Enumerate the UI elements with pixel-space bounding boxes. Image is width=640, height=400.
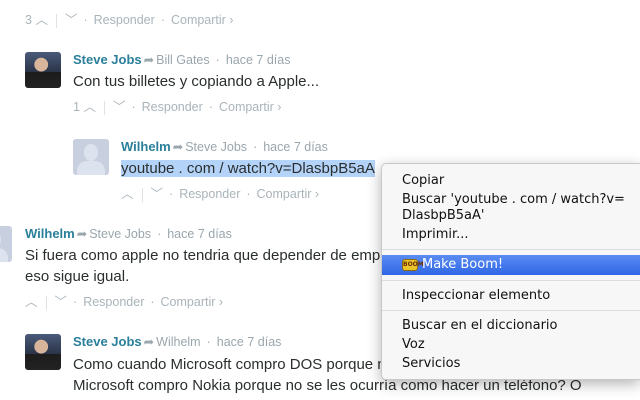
upvote-icon[interactable]: ︿ [121, 187, 134, 201]
comment-header: Steve Jobs ➦ Bill Gates · hace 7 días [73, 52, 291, 67]
menu-item-copy[interactable]: Copiar [382, 171, 640, 190]
reply-link[interactable]: Responder [83, 295, 144, 309]
downvote-icon[interactable]: ﹀ [151, 187, 164, 201]
vote-count: 3 [25, 13, 32, 27]
menu-item-search[interactable]: Buscar 'youtube . com / watch?v=DlasbpB5… [382, 190, 640, 225]
upvote-icon[interactable]: ︿ [25, 295, 38, 309]
vote-row: ︿ ﹀ · Responder · Compartir › [121, 187, 320, 202]
reply-link[interactable]: Responder [142, 100, 203, 114]
upvote-icon[interactable]: ︿ [83, 100, 96, 114]
reply-link[interactable]: Responder [179, 187, 240, 201]
author-link[interactable]: Wilhelm [25, 226, 75, 241]
comment-text: eso sigue igual. [25, 268, 130, 285]
upvote-icon[interactable]: ︿ [35, 13, 48, 27]
divider [55, 13, 57, 28]
vote-row: 3 ︿ ﹀ · Responder · Compartir › [25, 13, 234, 28]
menu-item-dictionary[interactable]: Buscar en el diccionario [382, 316, 640, 335]
menu-item-services[interactable]: Servicios [382, 354, 640, 373]
reply-to-link[interactable]: Bill Gates [156, 53, 210, 67]
divider [103, 100, 105, 115]
avatar[interactable] [25, 334, 61, 370]
reply-arrow-icon: ➦ [76, 227, 88, 241]
vote-row: ︿ ﹀ · Responder · Compartir › [25, 295, 224, 310]
timestamp[interactable]: hace 7 días [226, 53, 291, 67]
boom-icon: BOOM [402, 258, 424, 271]
divider [141, 187, 143, 202]
reply-to-link[interactable]: Wilhelm [156, 335, 200, 349]
vote-count: 1 [73, 100, 80, 114]
author-link[interactable]: Steve Jobs [73, 52, 142, 67]
reply-to-link[interactable]: Steve Jobs [185, 140, 247, 154]
timestamp[interactable]: hace 7 días [263, 140, 328, 154]
menu-item-speech[interactable]: Voz [382, 335, 640, 354]
context-menu: Copiar Buscar 'youtube . com / watch?v=D… [381, 163, 640, 380]
timestamp[interactable]: hace 7 días [217, 335, 282, 349]
share-link[interactable]: Compartir › [219, 100, 282, 114]
menu-separator [382, 280, 640, 281]
menu-separator [382, 249, 640, 250]
vote-row: 1 ︿ ﹀ · Responder · Compartir › [73, 100, 282, 115]
divider [45, 295, 47, 310]
downvote-icon[interactable]: ﹀ [113, 100, 126, 114]
comment-header: Wilhelm ➦ Steve Jobs · hace 7 días [25, 226, 232, 241]
timestamp[interactable]: hace 7 días [167, 227, 232, 241]
share-link[interactable]: Compartir › [257, 187, 320, 201]
comment-text: Si fuera como apple no tendria que depen… [25, 247, 417, 264]
menu-item-make-boom[interactable]: BOOMMake Boom! [382, 255, 640, 275]
downvote-icon[interactable]: ﹀ [65, 13, 78, 27]
downvote-icon[interactable]: ﹀ [55, 295, 68, 309]
menu-item-inspect[interactable]: Inspeccionar elemento [382, 286, 640, 305]
comment-header: Steve Jobs ➦ Wilhelm · hace 7 días [73, 334, 282, 349]
menu-separator [382, 310, 640, 311]
comment-text: Con tus billetes y copiando a Apple... [73, 73, 319, 90]
reply-arrow-icon: ➦ [143, 335, 155, 349]
reply-link[interactable]: Responder [94, 13, 155, 27]
avatar[interactable] [73, 139, 109, 175]
author-link[interactable]: Wilhelm [121, 139, 171, 154]
menu-item-print[interactable]: Imprimir... [382, 225, 640, 244]
author-link[interactable]: Steve Jobs [73, 334, 142, 349]
comment-header: Wilhelm ➦ Steve Jobs · hace 7 días [121, 139, 328, 154]
share-link[interactable]: Compartir › [161, 295, 224, 309]
reply-to-link[interactable]: Steve Jobs [89, 227, 151, 241]
reply-arrow-icon: ➦ [143, 53, 155, 67]
share-link[interactable]: Compartir › [171, 13, 234, 27]
menu-item-label: Make Boom! [422, 257, 504, 272]
reply-arrow-icon: ➦ [172, 140, 184, 154]
avatar[interactable] [0, 226, 12, 262]
avatar[interactable] [25, 52, 61, 88]
comment-text-selected[interactable]: youtube . com / watch?v=DlasbpB5aA [121, 160, 375, 177]
